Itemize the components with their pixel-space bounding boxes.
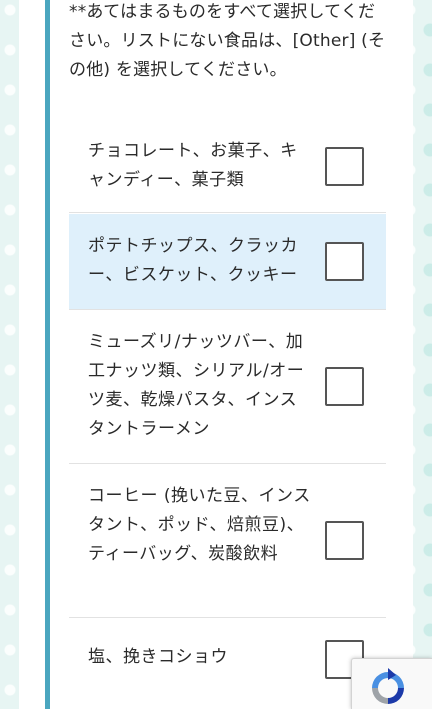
recaptcha-badge[interactable] bbox=[351, 658, 432, 709]
question-accent-bar bbox=[45, 0, 50, 709]
option-checkbox-chocolate[interactable] bbox=[325, 147, 364, 186]
option-label-coffee: コーヒー (挽いた豆、インスタント、ポッド、焙煎豆)、ティーバッグ、炭酸飲料 bbox=[88, 486, 311, 564]
recaptcha-logo-icon bbox=[372, 668, 404, 704]
option-checkbox-chips[interactable] bbox=[325, 242, 364, 281]
option-label-salt: 塩、挽きコショウ bbox=[88, 647, 228, 667]
option-row-coffee[interactable]: コーヒー (挽いた豆、インスタント、ポッド、焙煎豆)、ティーバッグ、炭酸飲料 bbox=[69, 464, 386, 618]
option-label-muesli: ミューズリ/ナッツバー、加工ナッツ類、シリアル/オーツ麦、乾燥パスタ、インスタン… bbox=[88, 332, 305, 439]
option-label-chocolate: チョコレート、お菓子、キャンディー、菓子類 bbox=[88, 141, 298, 190]
option-checkbox-coffee[interactable] bbox=[325, 521, 364, 560]
option-row-muesli[interactable]: ミューズリ/ナッツバー、加工ナッツ類、シリアル/オーツ麦、乾燥パスタ、インスタン… bbox=[69, 310, 386, 464]
option-row-chocolate[interactable]: チョコレート、お菓子、キャンディー、菓子類 bbox=[69, 119, 386, 213]
option-checkbox-muesli[interactable] bbox=[325, 367, 364, 406]
question-instruction: **あてはまるものをすべて選択してください。リストにない食品は、[Other] … bbox=[69, 2, 386, 80]
option-row-chips[interactable]: ポテトチップス、クラッカー、ビスケット、クッキー bbox=[69, 214, 386, 310]
option-label-chips: ポテトチップス、クラッカー、ビスケット、クッキー bbox=[88, 236, 298, 285]
option-row-salt[interactable]: 塩、挽きコショウ bbox=[69, 618, 386, 709]
